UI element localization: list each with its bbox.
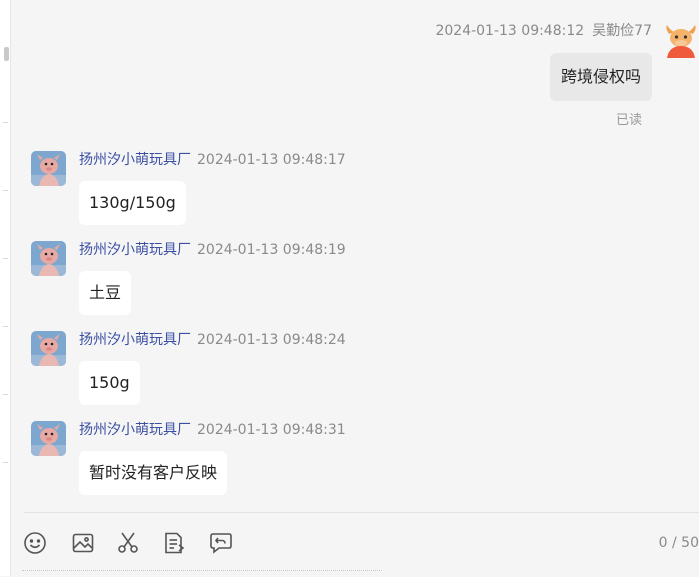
- char-counter: 0 / 50: [658, 535, 699, 551]
- toy-avatar-icon: [31, 241, 66, 276]
- message-timestamp: 2024-01-13 09:48:19: [197, 242, 346, 258]
- divider-tick: [3, 258, 8, 259]
- sender-avatar[interactable]: [31, 331, 66, 366]
- divider-tick: [3, 462, 8, 463]
- message-meta: 扬州汐小萌玩具厂 2024-01-13 09:48:17: [79, 151, 346, 169]
- toy-avatar-icon: [31, 421, 66, 456]
- quick-reply-icon[interactable]: [208, 530, 234, 556]
- image-icon[interactable]: [70, 530, 96, 556]
- scissors-icon[interactable]: [115, 530, 141, 556]
- scrollbar-thumb[interactable]: [4, 47, 9, 61]
- divider-tick: [3, 326, 8, 327]
- message-timestamp: 2024-01-13 09:48:17: [197, 152, 346, 168]
- message-bubble[interactable]: 130g/150g: [79, 181, 186, 225]
- read-status: 已读: [615, 113, 642, 128]
- message-timestamp: 2024-01-13 09:48:24: [197, 332, 346, 348]
- outgoing-message-bubble[interactable]: 跨境侵权吗: [549, 53, 652, 101]
- message-timestamp: 2024-01-13 09:48:31: [197, 422, 346, 438]
- emoji-icon[interactable]: [22, 530, 48, 556]
- sender-avatar[interactable]: [31, 151, 66, 186]
- left-panel-edge: [0, 0, 11, 576]
- message-bubble[interactable]: 暂时没有客户反映: [79, 451, 228, 495]
- message-meta: 扬州汐小萌玩具厂 2024-01-13 09:48:31: [79, 421, 346, 439]
- message-meta: 扬州汐小萌玩具厂 2024-01-13 09:48:19: [79, 241, 346, 259]
- outgoing-meta: 2024-01-13 09:48:12 吴勤俭77: [435, 22, 652, 40]
- message-bubble[interactable]: 150g: [79, 361, 140, 405]
- sender-name[interactable]: 扬州汐小萌玩具厂: [79, 152, 191, 168]
- input-divider: [24, 512, 699, 513]
- divider-tick: [3, 122, 8, 123]
- outgoing-avatar[interactable]: [663, 22, 699, 58]
- sender-avatar[interactable]: [31, 241, 66, 276]
- toy-avatar-icon: [31, 331, 66, 366]
- toy-avatar-icon: [31, 151, 66, 186]
- outgoing-timestamp: 2024-01-13 09:48:12: [435, 23, 585, 39]
- divider-tick: [3, 190, 8, 191]
- message-bubble[interactable]: 土豆: [79, 271, 132, 315]
- cow-avatar-icon: [663, 22, 699, 58]
- document-icon[interactable]: [161, 530, 187, 556]
- sender-name[interactable]: 扬州汐小萌玩具厂: [79, 332, 191, 348]
- sender-name[interactable]: 扬州汐小萌玩具厂: [79, 422, 191, 438]
- sender-avatar[interactable]: [31, 421, 66, 456]
- sender-name[interactable]: 扬州汐小萌玩具厂: [79, 242, 191, 258]
- message-meta: 扬州汐小萌玩具厂 2024-01-13 09:48:24: [79, 331, 346, 349]
- outgoing-sender-name: 吴勤俭77: [592, 23, 652, 39]
- divider-tick: [3, 394, 8, 395]
